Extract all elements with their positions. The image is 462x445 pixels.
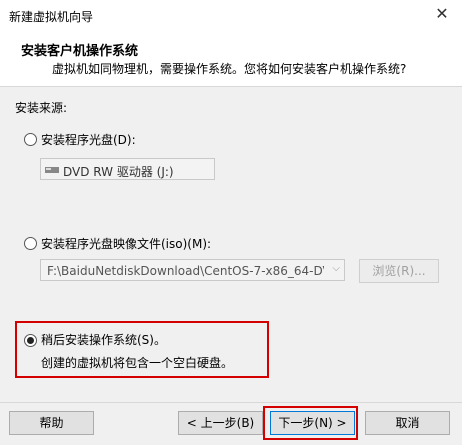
radio-installer-iso-label[interactable]: 安装程序光盘映像文件(iso)(M):: [41, 235, 211, 252]
install-source-label: 安装来源:: [15, 101, 68, 115]
close-icon[interactable]: ✕: [432, 4, 452, 24]
disc-drive-value: DVD RW 驱动器 (J:): [63, 165, 174, 179]
page-description: 虚拟机如同物理机，需要操作系统。您将如何安装客户机操作系统?: [52, 62, 407, 76]
radio-button[interactable]: [24, 237, 37, 250]
window-title: 新建虚拟机向导: [9, 10, 94, 24]
browse-button[interactable]: 浏览(R)...: [359, 259, 439, 283]
next-button[interactable]: 下一步(N) >: [270, 411, 355, 435]
cancel-button[interactable]: 取消: [365, 411, 450, 435]
help-button[interactable]: 帮助: [9, 411, 94, 435]
iso-path-value[interactable]: F:\BaiduNetdiskDownload\CentOS-7-x86_64-…: [47, 264, 324, 278]
install-later-note: 创建的虚拟机将包含一个空白硬盘。: [41, 356, 234, 370]
disc-drive-select[interactable]: DVD RW 驱动器 (J:): [40, 158, 215, 180]
radio-button[interactable]: [24, 334, 37, 347]
title-bar: 新建虚拟机向导 ✕: [0, 0, 462, 30]
optical-drive-icon: [45, 167, 59, 173]
page-title: 安装客户机操作系统: [21, 44, 139, 59]
chevron-down-icon[interactable]: ⌵: [332, 263, 340, 274]
radio-button[interactable]: [24, 133, 37, 146]
wizard-header: 安装客户机操作系统 虚拟机如同物理机，需要操作系统。您将如何安装客户机操作系统?: [0, 30, 462, 87]
radio-install-later-label[interactable]: 稍后安装操作系统(S)。: [41, 331, 166, 348]
radio-installer-disc-label[interactable]: 安装程序光盘(D):: [41, 131, 136, 148]
back-button[interactable]: < 上一步(B): [178, 411, 263, 435]
iso-path-combo[interactable]: F:\BaiduNetdiskDownload\CentOS-7-x86_64-…: [40, 259, 345, 281]
